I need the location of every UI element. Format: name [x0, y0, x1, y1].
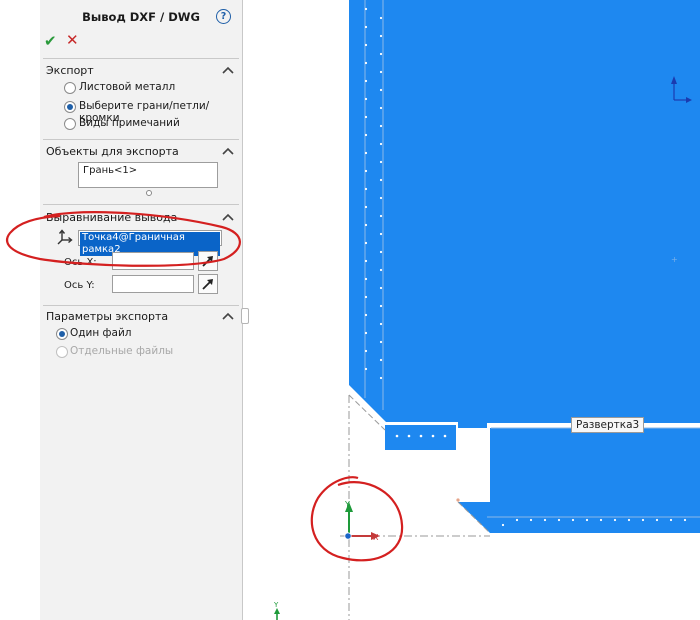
section-objects-header[interactable]: Объекты для экспорта — [46, 145, 179, 158]
divider — [43, 305, 239, 306]
cancel-button[interactable]: ✕ — [66, 31, 79, 49]
section-params-header[interactable]: Параметры экспорта — [46, 310, 168, 323]
annotation-circle — [310, 476, 404, 562]
center-mark: + — [671, 255, 678, 264]
section-export-header[interactable]: Экспорт — [46, 64, 94, 77]
help-icon[interactable]: ? — [216, 9, 231, 24]
resize-grip-icon[interactable] — [146, 190, 152, 196]
radio-select-faces[interactable] — [64, 101, 76, 113]
radio-label: Виды примечаний — [79, 117, 180, 129]
ok-button[interactable]: ✔ — [44, 32, 57, 50]
flat-pattern-tab[interactable] — [385, 425, 456, 450]
axis-y-label: Y — [273, 601, 279, 609]
radio-single-file[interactable] — [56, 328, 68, 340]
radio-separate-files — [56, 346, 68, 358]
collapse-chevron-icon[interactable] — [222, 146, 234, 156]
list-item[interactable]: Грань<1> — [83, 165, 213, 176]
divider — [43, 139, 239, 140]
radio-label: Листовой металл — [79, 81, 176, 93]
radio-annotation-views[interactable] — [64, 118, 76, 130]
radio-label: Отдельные файлы — [70, 345, 174, 357]
flat-pattern-body[interactable] — [349, 0, 700, 428]
flat-pattern-body[interactable] — [490, 428, 700, 502]
divider — [43, 58, 239, 59]
radio-label: Один файл — [70, 327, 132, 339]
radio-sheet-metal[interactable] — [64, 82, 76, 94]
objects-listbox[interactable]: Грань<1> — [78, 162, 218, 188]
y-axis-label: Ось Y: — [64, 280, 95, 291]
axis-y-label: Y — [344, 500, 350, 509]
panel-title: Вывод DXF / DWG — [82, 10, 200, 24]
axis-x-label: X — [373, 533, 379, 542]
view-triad-icon — [274, 608, 280, 620]
left-strip — [0, 0, 40, 620]
diagonal-arrow-icon — [202, 279, 213, 290]
property-manager: Вывод DXF / DWG ? ✔ ✕ Экспорт Листовой м… — [6, 0, 243, 620]
graphics-viewport[interactable]: + Y X Y — [243, 0, 700, 620]
flat-pattern-tag[interactable]: Развертка3 — [571, 417, 645, 433]
collapse-chevron-icon[interactable] — [222, 311, 234, 321]
collapse-chevron-icon[interactable] — [222, 65, 234, 75]
reverse-y-button[interactable] — [198, 274, 218, 294]
annotation-circle — [6, 211, 241, 267]
y-axis-input[interactable] — [112, 275, 194, 293]
